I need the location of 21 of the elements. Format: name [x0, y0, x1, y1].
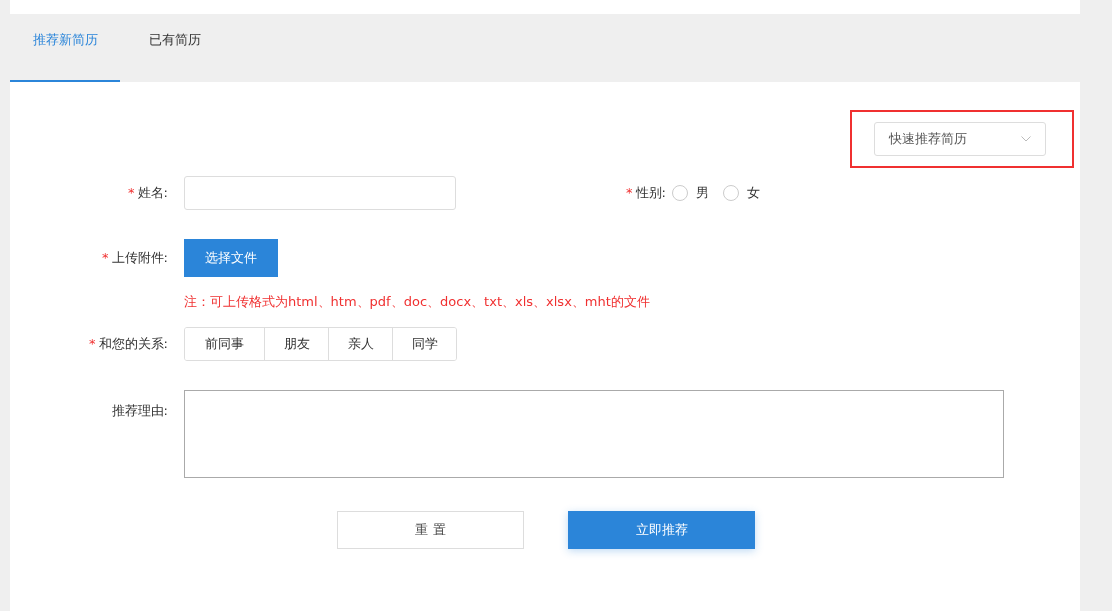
required-asterisk: *	[102, 250, 109, 265]
submit-button[interactable]: 立即推荐	[568, 511, 755, 549]
tab[interactable]: 已有简历	[120, 14, 230, 82]
file-format-note: 注：可上传格式为html、htm、pdf、doc、docx、txt、xls、xlsx、mht的文件	[184, 293, 651, 311]
chevron-down-icon	[1021, 136, 1031, 142]
field-label: 姓名:	[137, 185, 168, 200]
radio-label: 女	[746, 184, 760, 202]
field-label: 性别:	[635, 185, 666, 200]
field-label: 和您的关系:	[98, 336, 168, 351]
field-label: 推荐理由:	[111, 403, 168, 418]
choose-file-button[interactable]: 选择文件	[184, 239, 278, 277]
required-asterisk: *	[128, 185, 135, 200]
field-label: 上传附件:	[111, 250, 168, 265]
reset-button[interactable]: 重 置	[337, 511, 524, 549]
required-asterisk: *	[626, 185, 633, 200]
relation-option[interactable]: 同学	[392, 328, 456, 360]
name-input-field[interactable]	[184, 176, 456, 210]
required-asterisk: *	[89, 336, 96, 351]
radio-label: 男	[695, 184, 709, 202]
reason-text-area[interactable]	[184, 390, 1004, 478]
quick-recommend-dropdown[interactable]: 快速推荐简历	[874, 122, 1046, 156]
